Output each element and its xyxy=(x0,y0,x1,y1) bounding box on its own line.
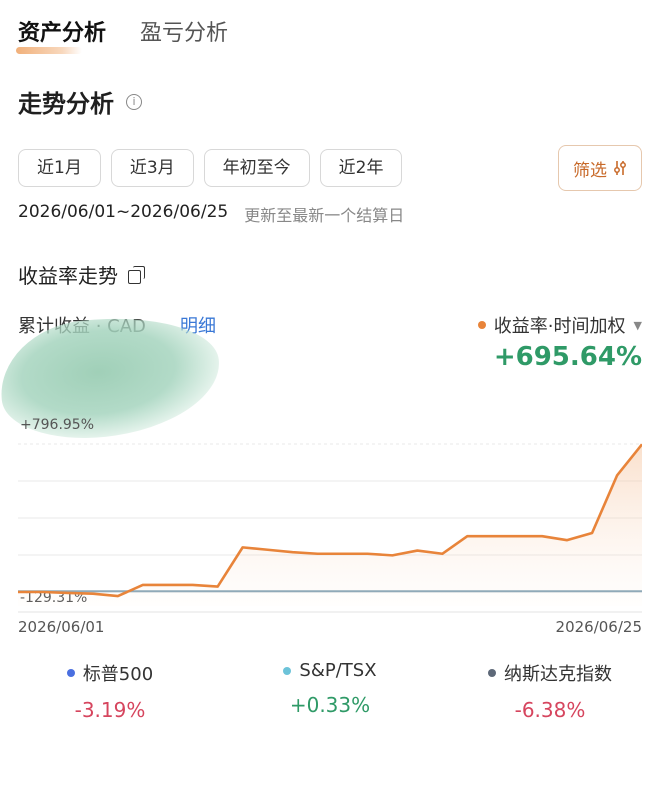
legend-item-sp500[interactable]: 标普500 -3.19% xyxy=(0,660,220,722)
tab-profit-loss-label: 盈亏分析 xyxy=(140,21,229,46)
legend-name-nasdaq: 纳斯达克指数 xyxy=(440,660,660,686)
range-ytd-button[interactable]: 年初至今 xyxy=(203,149,310,187)
series-dot-icon xyxy=(477,321,486,329)
range-1-month-button[interactable]: 近1月 xyxy=(18,149,101,187)
chart-title: 收益率走势 xyxy=(18,260,146,289)
section-title: 走势分析 i xyxy=(18,84,142,119)
tab-profit-loss-analysis[interactable]: 盈亏分析 xyxy=(140,14,228,54)
section-title-text: 走势分析 xyxy=(18,90,114,118)
legend-name-tsx: S&P/TSX xyxy=(220,660,440,681)
filter-button[interactable]: 筛选 xyxy=(558,145,642,191)
legend-sp500-name: 标普500 xyxy=(82,664,154,685)
return-chart[interactable] xyxy=(18,438,642,614)
legend-dot-icon xyxy=(66,669,75,677)
series-selector[interactable]: 收益率·时间加权 ▼ xyxy=(477,312,642,338)
update-note: 更新至最新一个结算日 xyxy=(244,206,405,225)
time-range-selector: 近1月 近3月 年初至今 近2年 xyxy=(18,149,403,187)
chart-title-text: 收益率走势 xyxy=(18,264,118,288)
return-area-fill xyxy=(18,444,642,606)
filter-label: 筛选 xyxy=(573,160,607,181)
benchmark-legend: 标普500 -3.19% S&P/TSX +0.33% 纳斯达克指数 -6.38… xyxy=(0,660,660,722)
legend-nasdaq-name: 纳斯达克指数 xyxy=(504,664,612,685)
current-return-value: +695.64% xyxy=(493,342,642,372)
series-selector-label: 收益率·时间加权 xyxy=(493,316,626,337)
sliders-icon xyxy=(614,161,626,175)
legend-dot-icon xyxy=(283,666,292,675)
legend-tsx-name: S&P/TSX xyxy=(299,660,377,681)
legend-item-nasdaq[interactable]: 纳斯达克指数 -6.38% xyxy=(440,660,660,722)
legend-tsx-value: +0.33% xyxy=(289,693,371,717)
copy-icon[interactable] xyxy=(128,265,146,284)
legend-name-sp500: 标普500 xyxy=(0,660,220,686)
x-axis-end-label: 2026/06/25 xyxy=(555,618,642,636)
legend-sp500-value: -3.19% xyxy=(74,698,146,722)
date-range-row: 2026/06/01~2026/06/25 更新至最新一个结算日 xyxy=(18,202,404,226)
analysis-tabs: 资产分析 盈亏分析 xyxy=(16,14,228,54)
tab-asset-analysis-label: 资产分析 xyxy=(18,21,107,46)
legend-item-tsx[interactable]: S&P/TSX +0.33% xyxy=(220,660,440,722)
caret-down-icon: ▼ xyxy=(633,318,642,332)
legend-dot-icon xyxy=(488,669,496,677)
x-axis-start-label: 2026/06/01 xyxy=(18,618,105,636)
range-3-month-button[interactable]: 近3月 xyxy=(110,149,194,187)
y-axis-max-label: +796.95% xyxy=(20,417,95,433)
legend-nasdaq-value: -6.38% xyxy=(514,698,586,722)
info-icon[interactable]: i xyxy=(126,93,142,110)
tab-asset-analysis[interactable]: 资产分析 xyxy=(16,14,107,54)
date-range: 2026/06/01~2026/06/25 xyxy=(18,202,229,222)
active-tab-underline xyxy=(16,47,82,54)
range-2-year-button[interactable]: 近2年 xyxy=(319,149,403,187)
